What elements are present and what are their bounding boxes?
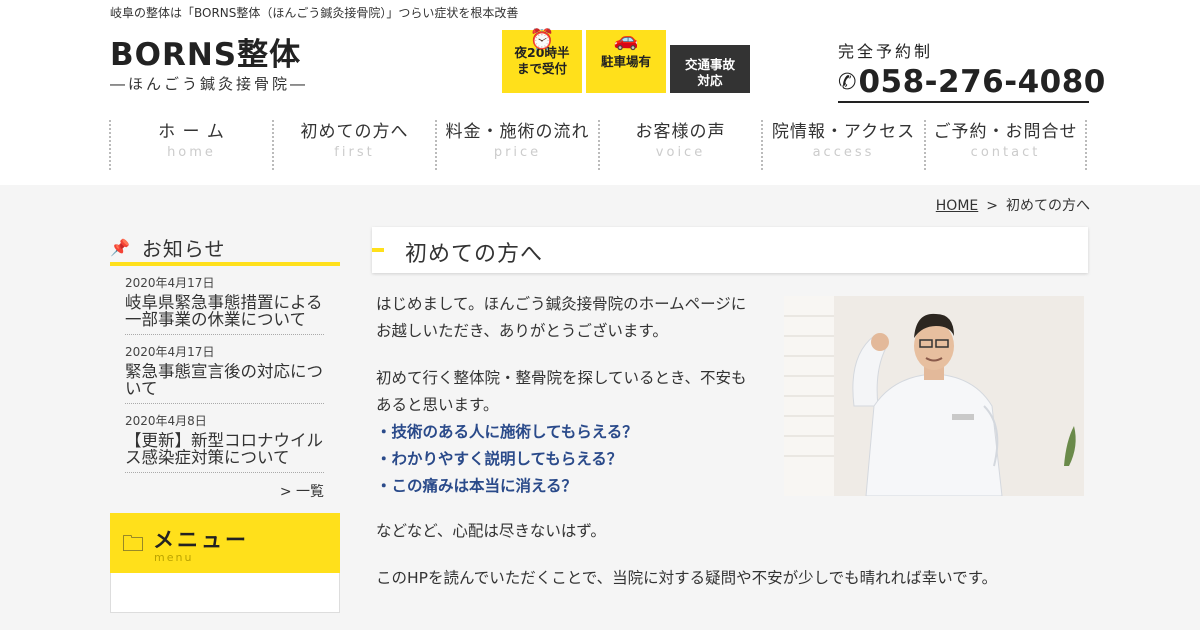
- therapist-illustration: [784, 296, 1084, 496]
- news-item[interactable]: 2020年4月8日 【更新】新型コロナウイルス感染症対策について: [125, 404, 324, 473]
- menu-body: [110, 573, 340, 613]
- concern-item: ・わかりやすく説明してもらえる？: [376, 450, 623, 468]
- folder-icon: 🗀: [122, 532, 145, 557]
- news-title[interactable]: 岐阜県緊急事態措置による一部事業の休業について: [125, 294, 324, 328]
- menu-heading: 🗀 メニュー menu: [110, 513, 340, 573]
- sidebar: 📌 お知らせ 2020年4月17日 岐阜県緊急事態措置による一部事業の休業につい…: [110, 232, 340, 613]
- closing-paragraph: このHPを読んでいただくことで、当院に対する疑問や不安が少しでも晴れれば幸いです…: [376, 569, 998, 587]
- nav-item-contact[interactable]: ご予約・お問合せ contact: [924, 120, 1087, 170]
- page-title-box: 初めての方へ: [372, 227, 1088, 273]
- nav-item-voice[interactable]: お客様の声 voice: [598, 120, 761, 170]
- menu-heading-title: メニュー: [153, 528, 249, 552]
- logo-subtitle: ―ほんごう鍼灸接骨院―: [110, 75, 309, 93]
- phone-icon: ✆: [838, 69, 857, 95]
- badge-traffic-accident: 交通事故対応: [670, 45, 750, 93]
- news-item[interactable]: 2020年4月17日 緊急事態宣言後の対応について: [125, 335, 324, 404]
- nav-item-home[interactable]: ホ ー ム home: [109, 120, 272, 170]
- concern-item: ・技術のある人に施術してもらえる？: [376, 423, 638, 441]
- car-icon: 🚗: [613, 27, 639, 51]
- news-title[interactable]: 【更新】新型コロナウイルス感染症対策について: [125, 432, 324, 466]
- feature-badges: ⏰ 夜20時半まで受付 🚗 駐車場有 交通事故対応: [502, 27, 750, 93]
- site-logo[interactable]: BORNS整体 ―ほんごう鍼灸接骨院―: [110, 38, 308, 94]
- site-tagline: 岐阜の整体は「BORNS整体（ほんごう鍼灸接骨院）」つらい症状を根本改善: [110, 6, 519, 20]
- news-date: 2020年4月8日: [125, 414, 207, 428]
- news-heading-title: お知らせ: [141, 236, 226, 261]
- breadcrumb-home-link[interactable]: HOME: [936, 198, 978, 214]
- intro-paragraph: はじめまして。ほんごう鍼灸接骨院のホームページにお越しいただき、ありがとうござい…: [376, 295, 747, 340]
- nav-item-access[interactable]: 院情報・アクセス access: [761, 120, 924, 170]
- badge-late-hours: ⏰ 夜20時半まで受付: [502, 27, 582, 93]
- alarm-clock-icon: ⏰: [529, 27, 555, 51]
- news-date: 2020年4月17日: [125, 345, 215, 359]
- news-list: 2020年4月17日 岐阜県緊急事態措置による一部事業の休業について 2020年…: [125, 266, 324, 501]
- main-content: 初めての方へ はじめまして。ほんごう鍼灸接骨院のホームページにお越しいただき、あ…: [372, 227, 1088, 587]
- phone-contact[interactable]: 完全予約制 ✆ 058-276-4080: [838, 38, 1105, 103]
- concern-item: ・この痛みは本当に消える？: [376, 477, 578, 495]
- news-title[interactable]: 緊急事態宣言後の対応について: [125, 363, 324, 397]
- global-nav: ホ ー ム home 初めての方へ first 料金・施術の流れ price お…: [109, 120, 1087, 170]
- nav-item-price[interactable]: 料金・施術の流れ price: [435, 120, 598, 170]
- news-date: 2020年4月17日: [125, 276, 215, 290]
- reservation-label: 完全予約制: [838, 42, 934, 61]
- breadcrumb-current: 初めての方へ: [1006, 198, 1090, 214]
- title-accent-bar: [372, 248, 384, 252]
- news-heading: 📌 お知らせ: [110, 232, 340, 266]
- badge-parking: 🚗 駐車場有: [586, 27, 666, 93]
- phone-number[interactable]: 058-276-4080: [858, 64, 1105, 100]
- worry-paragraph: などなど、心配は尽きないはず。: [376, 522, 606, 540]
- news-more-link[interactable]: > 一覧: [125, 481, 324, 501]
- concern-list: ・技術のある人に施術してもらえる？ ・わかりやすく説明してもらえる？ ・この痛み…: [376, 419, 756, 500]
- pin-icon: 📌: [110, 237, 130, 257]
- breadcrumb-separator: >: [986, 198, 998, 214]
- news-item[interactable]: 2020年4月17日 岐阜県緊急事態措置による一部事業の休業について: [125, 266, 324, 335]
- page-title: 初めての方へ: [405, 242, 544, 267]
- logo-wordmark: BORNS整体: [110, 37, 302, 73]
- therapist-photo: [784, 296, 1084, 496]
- breadcrumb: HOME > 初めての方へ: [936, 195, 1090, 215]
- menu-heading-en: menu: [154, 551, 194, 564]
- nav-item-first[interactable]: 初めての方へ first: [272, 120, 435, 170]
- concern-paragraph: 初めて行く整体院・整骨院を探しているとき、不安もあると思います。: [376, 369, 747, 414]
